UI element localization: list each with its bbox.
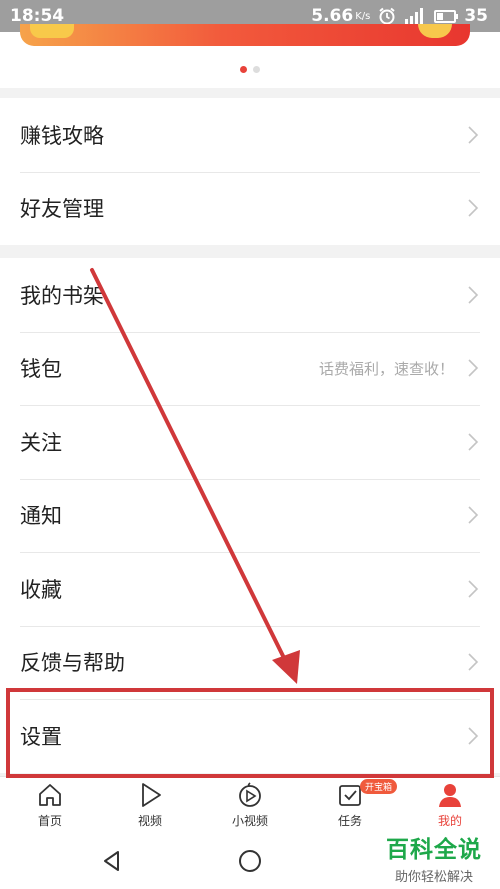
banner-image[interactable] [20,24,470,46]
status-indicators: 5.66 K/s 35 [311,6,488,26]
profile-icon [439,784,461,807]
speed-unit: K/s [355,10,371,22]
menu-item-label: 好友管理 [20,197,104,222]
chevron-right-icon [468,580,479,598]
home-icon [39,784,61,806]
chevron-right-icon [468,199,479,217]
nav-tab-video[interactable]: 视频 [100,777,200,832]
watermark-subtitle: 助你轻松解决 [394,870,473,885]
home-button-icon[interactable] [236,847,264,875]
battery-level: 35 [464,6,488,26]
menu-item-label: 钱包 [20,357,62,382]
banner-pagination [0,66,500,73]
alarm-icon [379,7,395,25]
menu-group-2: 我的书架 钱包 话费福利，速查收！ 关注 通知 收藏 反馈与帮助 设置 [0,258,500,773]
menu-item-label: 收藏 [20,577,62,602]
back-icon[interactable] [98,847,126,875]
nav-tab-short-video[interactable]: 小视频 [200,777,300,832]
chevron-right-icon [468,727,479,745]
bottom-nav: 首页 视频 小视频 开宝箱 任务 我的 [0,776,500,832]
status-time: 18:54 [10,6,65,26]
nav-label: 视频 [137,814,162,828]
menu-item-favorites[interactable]: 收藏 [0,552,500,626]
menu-item-label: 通知 [20,504,62,529]
banner-area [0,24,500,88]
banner-badge-icon [418,24,452,38]
menu-item-label: 赚钱攻略 [20,123,104,148]
nav-tab-profile[interactable]: 我的 [400,777,500,832]
wallet-hint: 话费福利，速查收！ [318,359,454,378]
chevron-right-icon [468,506,479,524]
menu-item-friends[interactable]: 好友管理 [0,171,500,246]
nav-label: 小视频 [231,814,268,828]
chevron-right-icon [468,126,479,144]
watermark-title: 百科全说 [386,837,482,863]
menu-item-settings[interactable]: 设置 [0,699,500,773]
signal-icon [405,8,424,24]
play-icon [142,783,161,807]
menu-item-notifications[interactable]: 通知 [0,478,500,553]
menu-group-1: 赚钱攻略 好友管理 [0,98,500,245]
battery-icon [434,9,459,23]
nav-tab-tasks[interactable]: 开宝箱 任务 [300,777,400,832]
chevron-right-icon [468,359,479,377]
task-badge: 开宝箱 [360,779,398,794]
menu-item-follow[interactable]: 关注 [0,405,500,479]
menu-item-earning-guide[interactable]: 赚钱攻略 [0,98,500,172]
nav-label: 任务 [337,814,362,828]
watermark: 百科全说 助你轻松解决 [368,826,500,889]
chevron-right-icon [468,653,479,671]
chevron-right-icon [468,433,479,451]
menu-item-label: 设置 [20,724,62,749]
menu-item-label: 我的书架 [20,283,104,308]
menu-item-label: 关注 [20,430,62,455]
menu-item-bookshelf[interactable]: 我的书架 [0,258,500,332]
network-speed: 5.66 [311,6,354,26]
coin-icon [30,24,74,38]
menu-item-label: 反馈与帮助 [20,651,125,676]
nav-tab-home[interactable]: 首页 [0,777,100,832]
menu-item-wallet[interactable]: 钱包 话费福利，速查收！ [0,331,500,406]
pagination-dot [253,66,260,73]
nav-label: 首页 [37,814,62,828]
chevron-right-icon [468,286,479,304]
menu-item-feedback-help[interactable]: 反馈与帮助 [0,625,500,700]
pagination-dot [240,66,247,73]
short-video-icon [239,782,261,807]
